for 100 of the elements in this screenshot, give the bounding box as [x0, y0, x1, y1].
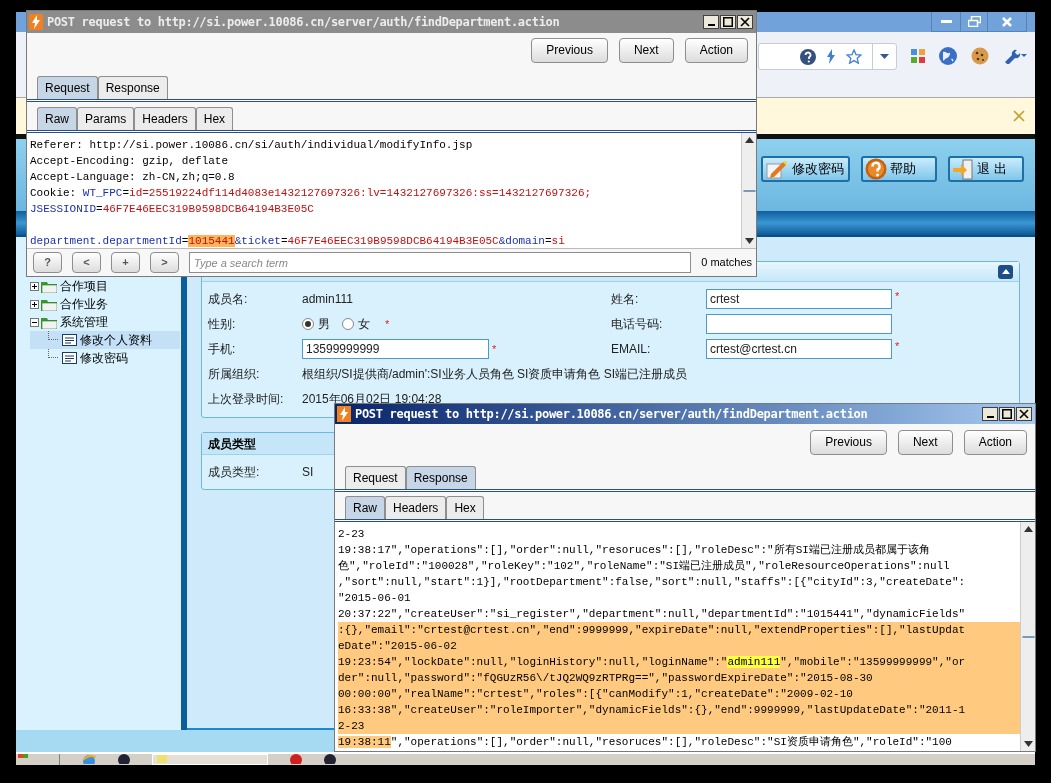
tab[interactable]: Hex [446, 496, 484, 519]
apps-grid-icon[interactable] [911, 49, 925, 63]
plus-icon [32, 283, 37, 289]
search-field[interactable]: Type a search term [189, 252, 692, 273]
toolbar-button[interactable]: Action [963, 429, 1027, 455]
lightning-icon[interactable] [826, 49, 836, 64]
minimize-icon [940, 19, 952, 24]
tab[interactable]: Headers [385, 496, 447, 519]
close-button[interactable] [1016, 407, 1032, 421]
field-label: 成员名: [208, 290, 249, 308]
field-label: 姓名: [611, 290, 640, 308]
close-button[interactable] [737, 15, 753, 29]
input-field[interactable]: crtest@crtest.cn [706, 338, 892, 359]
header-button[interactable]: 帮助 [861, 156, 937, 182]
tab[interactable]: Hex [195, 107, 234, 130]
radio-button[interactable] [302, 317, 314, 330]
restore-icon [967, 16, 981, 27]
maximize-icon [1002, 409, 1012, 419]
minimize-button[interactable] [703, 15, 719, 29]
toolbar-button[interactable]: Previous [810, 429, 887, 455]
toolbar-button[interactable]: Action [684, 37, 748, 63]
cookie-icon[interactable] [971, 47, 989, 65]
input-field[interactable]: 13599999999 [302, 338, 489, 359]
tab[interactable]: Request [345, 466, 406, 489]
help-icon [865, 158, 887, 180]
header-button[interactable]: 修改密码 [761, 156, 850, 182]
down-arrow-icon[interactable] [1023, 740, 1033, 748]
required-mark: * [895, 289, 900, 304]
radio-label: 女 [358, 315, 370, 333]
field-value: admin111 [302, 290, 353, 308]
window-title: POST request to http://si.power.10086.cn/server/auth/findDepartment.action [355, 406, 869, 423]
search-nav-button[interactable]: > [150, 252, 179, 273]
document-icon [62, 334, 77, 346]
close-icon [1019, 409, 1029, 419]
tree-item[interactable]: 修改密码 [80, 349, 128, 367]
wrench-icon[interactable] [1003, 48, 1027, 64]
required-mark: * [385, 317, 390, 333]
search-nav-button[interactable]: < [72, 252, 101, 273]
document-icon [62, 352, 77, 364]
toolbar-button[interactable]: Previous [531, 37, 608, 63]
input-field[interactable] [706, 313, 892, 334]
radio-button[interactable] [342, 317, 354, 330]
toolbar-button[interactable]: Next [897, 429, 953, 455]
address-bar[interactable] [758, 43, 897, 70]
start-button[interactable] [18, 754, 60, 765]
scrollbar[interactable] [741, 133, 756, 248]
exit-icon [952, 158, 974, 180]
tree-item[interactable]: 修改个人资料 [30, 331, 180, 349]
collapse-button[interactable] [998, 264, 1013, 279]
scrollbar[interactable] [1020, 522, 1035, 751]
up-arrow-icon[interactable] [1023, 525, 1033, 533]
tab[interactable]: Params [77, 107, 135, 130]
tab[interactable]: Response [405, 466, 476, 489]
field-label: 上次登录时间: [208, 390, 285, 408]
search-nav-button[interactable]: ? [33, 252, 62, 273]
minimize-icon [707, 24, 715, 26]
tab[interactable]: Request [37, 76, 98, 99]
header-button[interactable]: 退 出 [948, 156, 1024, 182]
match-count: 0 matches [701, 255, 752, 271]
toolbar-button[interactable]: Next [618, 37, 674, 63]
tab[interactable]: Response [97, 76, 168, 99]
expand-toggle[interactable] [30, 299, 39, 309]
folder-icon [41, 297, 57, 311]
tree-item[interactable]: 合作项目 [59, 277, 109, 295]
panel-title: 成员类型 [208, 435, 256, 453]
field-label: EMAIL: [611, 340, 652, 358]
star-icon[interactable] [846, 49, 862, 64]
pencil-icon [765, 158, 789, 180]
tree-item[interactable]: 合作业务 [59, 295, 109, 313]
scrollbar-thumb[interactable] [742, 189, 756, 192]
maximize-button[interactable] [720, 15, 736, 29]
maximize-button[interactable] [999, 407, 1015, 421]
down-arrow-icon[interactable] [744, 237, 754, 245]
expand-toggle[interactable] [30, 281, 39, 291]
tab[interactable]: Headers [134, 107, 196, 130]
lightning-icon [29, 14, 43, 30]
search-nav-button[interactable]: + [111, 252, 140, 273]
tree-item[interactable]: 系统管理 [59, 313, 109, 331]
field-label: 所属组织: [208, 365, 261, 383]
up-arrow-icon[interactable] [744, 136, 754, 144]
tab[interactable]: Raw [345, 496, 385, 519]
caret-icon [1001, 269, 1010, 274]
plus-icon [32, 301, 37, 307]
caret-icon [880, 54, 889, 59]
field-value: 根组织/SI提供商/admin':SI业务人员角色 SI资质申请角色 SI端已注册成员 [302, 365, 687, 383]
close-icon [1002, 16, 1012, 27]
field-label: 手机: [208, 340, 237, 358]
field-label: 成员类型: [208, 464, 261, 481]
close-icon [740, 17, 750, 27]
field-value: SI [302, 464, 314, 481]
help-icon[interactable] [800, 48, 816, 65]
scrollbar-thumb[interactable] [1021, 635, 1035, 638]
input-field[interactable]: crtest [706, 288, 892, 309]
minimize-icon [986, 416, 994, 418]
folder-icon [157, 755, 167, 763]
maximize-icon [723, 17, 733, 27]
minimize-button[interactable] [982, 407, 998, 421]
tab[interactable]: Raw [37, 107, 77, 130]
expand-toggle[interactable] [30, 317, 39, 327]
folder-icon [41, 279, 57, 293]
